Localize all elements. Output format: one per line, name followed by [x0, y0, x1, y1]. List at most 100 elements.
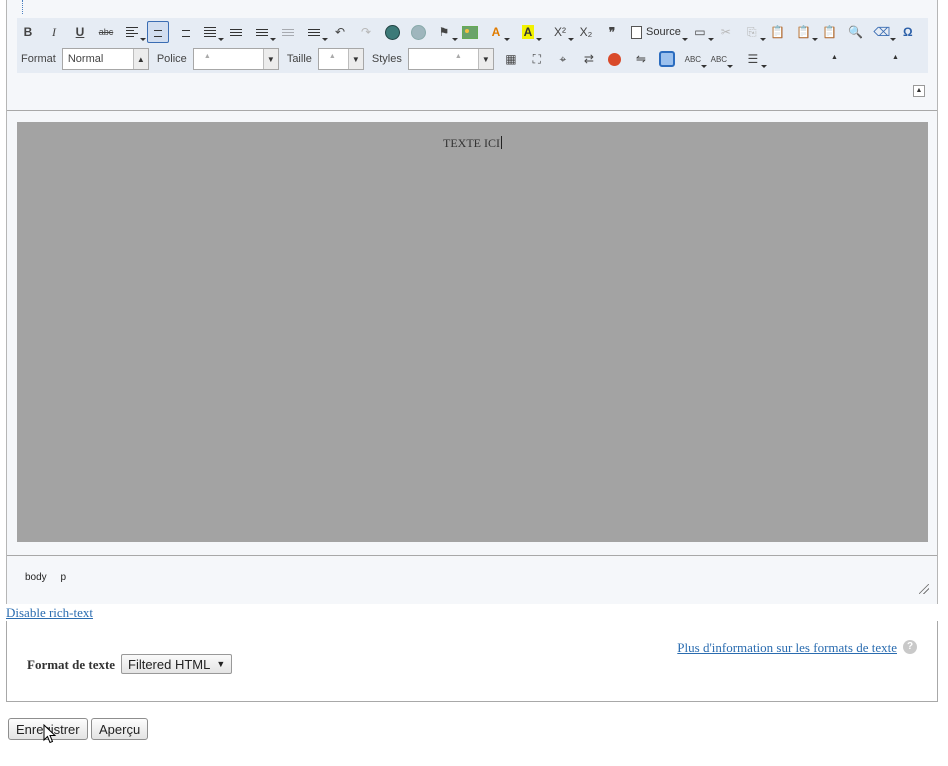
maximize-button[interactable]: ⛶	[526, 48, 548, 70]
highlight-icon: A	[521, 25, 535, 39]
numbered-list-button[interactable]	[251, 21, 276, 43]
magnifier-icon: 🔍	[848, 25, 864, 39]
align-left-button[interactable]	[121, 21, 146, 43]
text-color-icon: A	[491, 25, 501, 39]
outdent-button[interactable]	[277, 21, 299, 43]
help-icon[interactable]: ?	[903, 640, 917, 654]
size-combo-label: Taille	[286, 53, 312, 65]
text-format-select[interactable]: Filtered HTML ▼	[121, 654, 233, 674]
format-combo-value: Normal	[67, 53, 104, 65]
size-combo-arrow-icon[interactable]: ▼	[347, 49, 363, 69]
styles-combo-label: Styles	[371, 53, 402, 65]
paste-text-button[interactable]: 📋	[793, 21, 818, 43]
background-color-button[interactable]: A	[517, 21, 542, 43]
paste-text-icon: 📋	[796, 25, 812, 39]
format-combo[interactable]: Normal ▲	[61, 48, 149, 70]
blockquote-button[interactable]: ❞	[601, 21, 623, 43]
flash-button[interactable]	[604, 48, 626, 70]
indent-button[interactable]	[303, 21, 328, 43]
source-label: Source	[646, 26, 681, 38]
find-binoculars-button[interactable]: ⌖	[552, 48, 574, 70]
align-center-icon	[152, 27, 164, 37]
link-globe-icon	[384, 24, 400, 40]
more-info-formats-link[interactable]: Plus d'information sur les formats de te…	[677, 640, 897, 656]
bidi-button[interactable]: ⇋	[630, 48, 652, 70]
undo-button[interactable]: ↶	[329, 21, 351, 43]
numbered-list-icon	[256, 28, 268, 36]
iframe-button[interactable]	[656, 48, 678, 70]
unlink-button[interactable]	[407, 21, 429, 43]
justify-button[interactable]	[199, 21, 224, 43]
toolbar-row-1: B I U abc ↶ ↷ ⚑ A A X² X₂ ❞ Source ▭ ✂ ⎘…	[17, 19, 923, 45]
flash-icon	[608, 52, 622, 66]
format-combo-arrow-icon[interactable]: ▲	[132, 49, 148, 69]
undo-icon: ↶	[334, 25, 346, 39]
underline-button[interactable]: U	[69, 21, 91, 43]
indent-icon	[308, 28, 320, 36]
horizontal-rule-button[interactable]: ▭	[689, 21, 714, 43]
size-combo[interactable]: ▲ ▼	[317, 48, 364, 70]
align-right-button[interactable]	[173, 21, 195, 43]
redo-button[interactable]: ↷	[355, 21, 377, 43]
disable-rich-text-link[interactable]: Disable rich-text	[6, 605, 93, 621]
subscript-button[interactable]: X₂	[575, 21, 597, 43]
align-center-button[interactable]	[147, 21, 169, 43]
format-combo-label: Format	[21, 53, 56, 65]
find-button[interactable]: 🔍	[845, 21, 867, 43]
image-button[interactable]	[459, 21, 481, 43]
scayt-button[interactable]: ABC	[708, 48, 733, 70]
styles-combo-arrow-icon[interactable]: ▼	[477, 49, 493, 69]
superscript-button[interactable]: X²	[549, 21, 574, 43]
special-char-button[interactable]: Ω	[897, 21, 919, 43]
styles-combo[interactable]: ▲ ▼	[407, 48, 494, 70]
spellcheck-button[interactable]: ABC	[682, 48, 707, 70]
replace-button[interactable]: ⇄	[578, 48, 600, 70]
table-button[interactable]: ▦	[500, 48, 522, 70]
mouse-cursor-icon	[43, 724, 57, 744]
editor-content-area[interactable]: TEXTE ICI	[17, 122, 928, 542]
toolbar-row-2: Format Normal ▲ Police ▲ ▼ Taille ▲ ▼ St…	[17, 46, 768, 72]
flag-icon: ⚑	[438, 25, 450, 39]
bold-button[interactable]: B	[17, 21, 39, 43]
font-combo-caret-icon: ▲	[203, 53, 211, 60]
toolbar-arrow-icon[interactable]: ▲	[831, 54, 838, 61]
text-format-label: Format de texte	[27, 657, 116, 672]
align-right-icon	[178, 27, 190, 37]
bulleted-list-button[interactable]	[225, 21, 247, 43]
scissors-icon: ✂	[720, 25, 731, 39]
outdent-icon	[282, 28, 294, 36]
resize-grip-icon[interactable]	[919, 584, 929, 594]
source-button[interactable]: Source	[627, 21, 688, 43]
toolbar-arrow-icon[interactable]: ▲	[892, 54, 899, 61]
path-item-p[interactable]: p	[60, 572, 66, 583]
justify-icon	[204, 27, 216, 37]
paste-word-button[interactable]: 📋	[819, 21, 841, 43]
font-combo[interactable]: ▲ ▼	[192, 48, 279, 70]
strikethrough-button[interactable]: abc	[95, 21, 117, 43]
toolbar-collapse-button[interactable]: ▲	[913, 85, 925, 97]
preview-button[interactable]: Aperçu	[91, 718, 149, 740]
editor-content-text[interactable]: TEXTE ICI	[17, 136, 928, 151]
bulleted-list-icon	[230, 28, 242, 36]
page-break-button[interactable]: ☰	[742, 48, 767, 70]
remove-format-button[interactable]: ⌫	[871, 21, 896, 43]
font-combo-arrow-icon[interactable]: ▼	[262, 49, 278, 69]
copy-button[interactable]: ⎘	[741, 21, 766, 43]
editor-status-bar: body p	[7, 555, 937, 604]
paste-word-icon: 📋	[822, 25, 838, 39]
link-button[interactable]	[381, 21, 403, 43]
cut-button[interactable]: ✂	[715, 21, 737, 43]
text-color-button[interactable]: A	[485, 21, 510, 43]
chevron-down-icon: ▼	[216, 659, 226, 669]
path-item-body[interactable]: body	[25, 572, 47, 583]
anchor-button[interactable]: ⚑	[433, 21, 458, 43]
italic-button[interactable]: I	[43, 21, 65, 43]
bidi-icon: ⇋	[635, 52, 646, 66]
font-combo-label: Police	[156, 53, 187, 65]
text-format-fieldset: Plus d'information sur les formats de te…	[6, 621, 938, 702]
eraser-icon: ⌫	[873, 25, 891, 39]
styles-combo-caret-icon: ▲	[454, 53, 462, 60]
paste-button[interactable]: 📋	[767, 21, 789, 43]
toolbar-drag-handle[interactable]	[22, 0, 25, 14]
horizontal-rule-icon: ▭	[694, 25, 706, 39]
